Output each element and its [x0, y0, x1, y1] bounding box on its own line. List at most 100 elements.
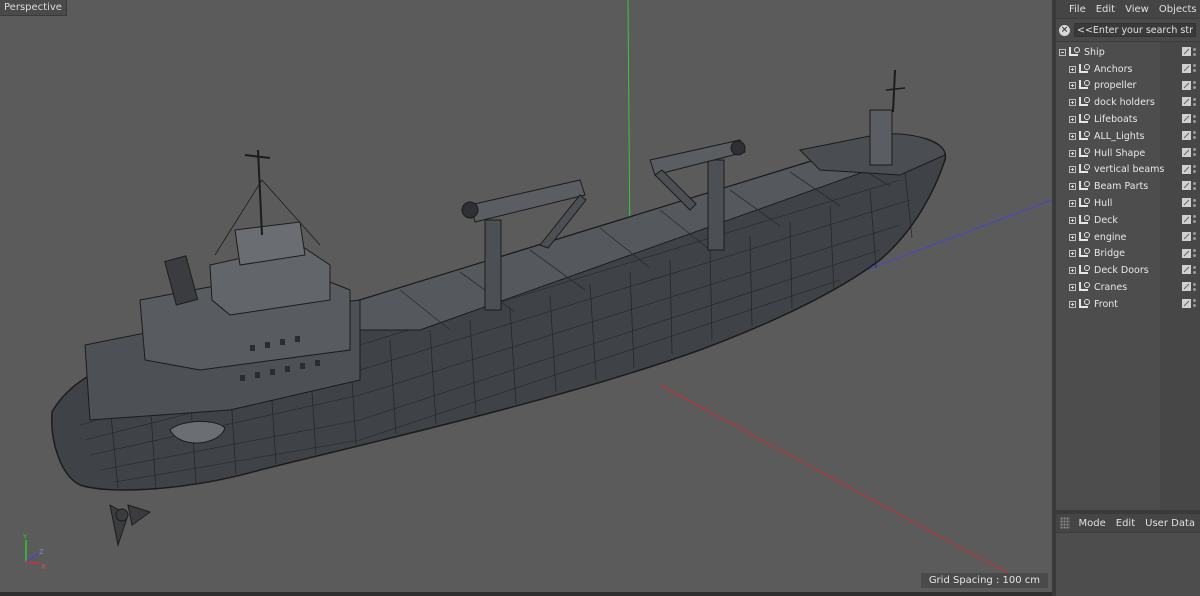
- visibility-dots-icon[interactable]: [1193, 232, 1196, 241]
- visibility-dots-icon[interactable]: [1193, 148, 1196, 157]
- null-object-icon: [1078, 231, 1090, 243]
- expand-icon[interactable]: [1069, 82, 1076, 90]
- expand-icon[interactable]: [1069, 99, 1076, 107]
- propeller: [109, 504, 152, 547]
- expand-icon[interactable]: [1069, 200, 1076, 208]
- object-manager-panel: File Edit View Objects × Ship: [1056, 0, 1200, 596]
- material-tag-icon[interactable]: [1182, 248, 1191, 258]
- collapse-icon[interactable]: [1059, 48, 1066, 56]
- expand-icon[interactable]: [1069, 149, 1076, 157]
- material-tag-icon[interactable]: [1182, 80, 1191, 90]
- null-object-icon: [1078, 298, 1090, 310]
- tree-item-ship[interactable]: Ship: [1056, 44, 1200, 61]
- tree-item[interactable]: Cranes: [1056, 279, 1200, 296]
- null-object-icon: [1078, 80, 1090, 91]
- grid-spacing-readout: Grid Spacing : 100 cm: [920, 573, 1048, 588]
- menu-edit[interactable]: Edit: [1091, 4, 1120, 15]
- null-object-icon: [1078, 282, 1090, 293]
- visibility-dots-icon[interactable]: [1193, 64, 1196, 73]
- material-tag-icon[interactable]: [1182, 63, 1191, 73]
- x-axis-line: [659, 384, 1031, 586]
- clear-search-icon[interactable]: ×: [1059, 24, 1070, 36]
- material-tag-icon[interactable]: [1182, 147, 1191, 157]
- object-tree: Ship Anchors propeller dock holders Life…: [1056, 42, 1200, 510]
- menu-attr-edit[interactable]: Edit: [1111, 518, 1140, 529]
- tree-item[interactable]: Front: [1056, 296, 1200, 313]
- visibility-dots-icon[interactable]: [1193, 198, 1196, 207]
- tree-item[interactable]: Deck: [1056, 212, 1200, 229]
- null-object-icon: [1078, 114, 1090, 125]
- visibility-dots-icon[interactable]: [1193, 249, 1196, 258]
- tree-item[interactable]: Beam Parts: [1056, 178, 1200, 195]
- visibility-dots-icon[interactable]: [1193, 299, 1196, 308]
- visibility-dots-icon[interactable]: [1193, 265, 1196, 274]
- menu-view[interactable]: View: [1120, 4, 1154, 15]
- menu-mode[interactable]: Mode: [1074, 518, 1111, 529]
- null-object-icon: [1078, 147, 1090, 159]
- material-tag-icon[interactable]: [1182, 265, 1191, 275]
- expand-icon[interactable]: [1069, 183, 1076, 191]
- material-tag-icon[interactable]: [1182, 298, 1191, 308]
- tree-item[interactable]: Lifeboats: [1056, 111, 1200, 128]
- menu-file[interactable]: File: [1064, 4, 1091, 15]
- perspective-viewport[interactable]: Perspective Y Z X Grid Spacing : 100 cm: [0, 0, 1052, 592]
- tree-item[interactable]: Hull: [1056, 195, 1200, 212]
- expand-icon[interactable]: [1069, 267, 1076, 275]
- ship-wireframe-scene[interactable]: [0, 0, 1052, 592]
- visibility-dots-icon[interactable]: [1193, 181, 1196, 190]
- visibility-dots-icon[interactable]: [1193, 215, 1196, 224]
- material-tag-icon[interactable]: [1182, 198, 1191, 208]
- expand-icon[interactable]: [1069, 250, 1076, 258]
- null-object-icon: [1078, 265, 1090, 276]
- object-manager-menubar: File Edit View Objects: [1056, 0, 1200, 19]
- material-tag-icon[interactable]: [1182, 282, 1191, 292]
- tree-item[interactable]: Hull Shape: [1056, 145, 1200, 162]
- visibility-dots-icon[interactable]: [1193, 47, 1196, 56]
- null-object-icon: [1078, 181, 1090, 192]
- attribute-manager-body: [1056, 533, 1200, 596]
- search-row: ×: [1056, 19, 1200, 42]
- tree-item[interactable]: Anchors: [1056, 61, 1200, 78]
- expand-icon[interactable]: [1069, 116, 1076, 124]
- object-search-input[interactable]: [1074, 23, 1196, 37]
- tree-item[interactable]: propeller: [1056, 78, 1200, 95]
- tree-item[interactable]: ALL_Lights: [1056, 128, 1200, 145]
- expand-icon[interactable]: [1069, 65, 1076, 73]
- visibility-dots-icon[interactable]: [1193, 114, 1196, 123]
- expand-icon[interactable]: [1069, 132, 1076, 140]
- y-axis-line: [627, 0, 631, 251]
- tree-item[interactable]: Deck Doors: [1056, 262, 1200, 279]
- menu-objects[interactable]: Objects: [1154, 4, 1200, 15]
- axis-label-y: Y: [22, 533, 28, 541]
- visibility-dots-icon[interactable]: [1193, 131, 1196, 140]
- expand-icon[interactable]: [1069, 216, 1076, 224]
- axis-label-z: Z: [39, 548, 44, 556]
- expand-icon[interactable]: [1069, 284, 1076, 292]
- material-tag-icon[interactable]: [1182, 97, 1191, 107]
- expand-icon[interactable]: [1069, 233, 1076, 241]
- expand-icon[interactable]: [1069, 166, 1076, 174]
- tree-item[interactable]: Bridge: [1056, 246, 1200, 263]
- null-object-icon: [1078, 248, 1090, 259]
- material-tag-icon[interactable]: [1182, 164, 1191, 174]
- material-tag-icon[interactable]: [1182, 181, 1191, 191]
- material-tag-icon[interactable]: [1182, 231, 1191, 241]
- menu-user-data[interactable]: User Data: [1140, 518, 1200, 529]
- visibility-dots-icon[interactable]: [1193, 165, 1196, 174]
- material-tag-icon[interactable]: [1182, 214, 1191, 224]
- visibility-dots-icon[interactable]: [1193, 97, 1196, 106]
- null-object-icon: [1078, 63, 1090, 75]
- tree-item[interactable]: vertical beams: [1056, 162, 1200, 179]
- material-tag-icon[interactable]: [1182, 130, 1191, 140]
- viewport-label[interactable]: Perspective: [0, 0, 67, 16]
- material-tag-icon[interactable]: [1182, 47, 1191, 56]
- null-object-icon: [1078, 97, 1090, 108]
- expand-icon[interactable]: [1069, 300, 1076, 308]
- visibility-dots-icon[interactable]: [1193, 282, 1196, 291]
- tree-item[interactable]: engine: [1056, 229, 1200, 246]
- forward-mast-base: [869, 109, 893, 166]
- material-tag-icon[interactable]: [1182, 114, 1191, 124]
- panel-grip-icon[interactable]: [1060, 517, 1070, 529]
- visibility-dots-icon[interactable]: [1193, 81, 1196, 90]
- tree-item[interactable]: dock holders: [1056, 94, 1200, 111]
